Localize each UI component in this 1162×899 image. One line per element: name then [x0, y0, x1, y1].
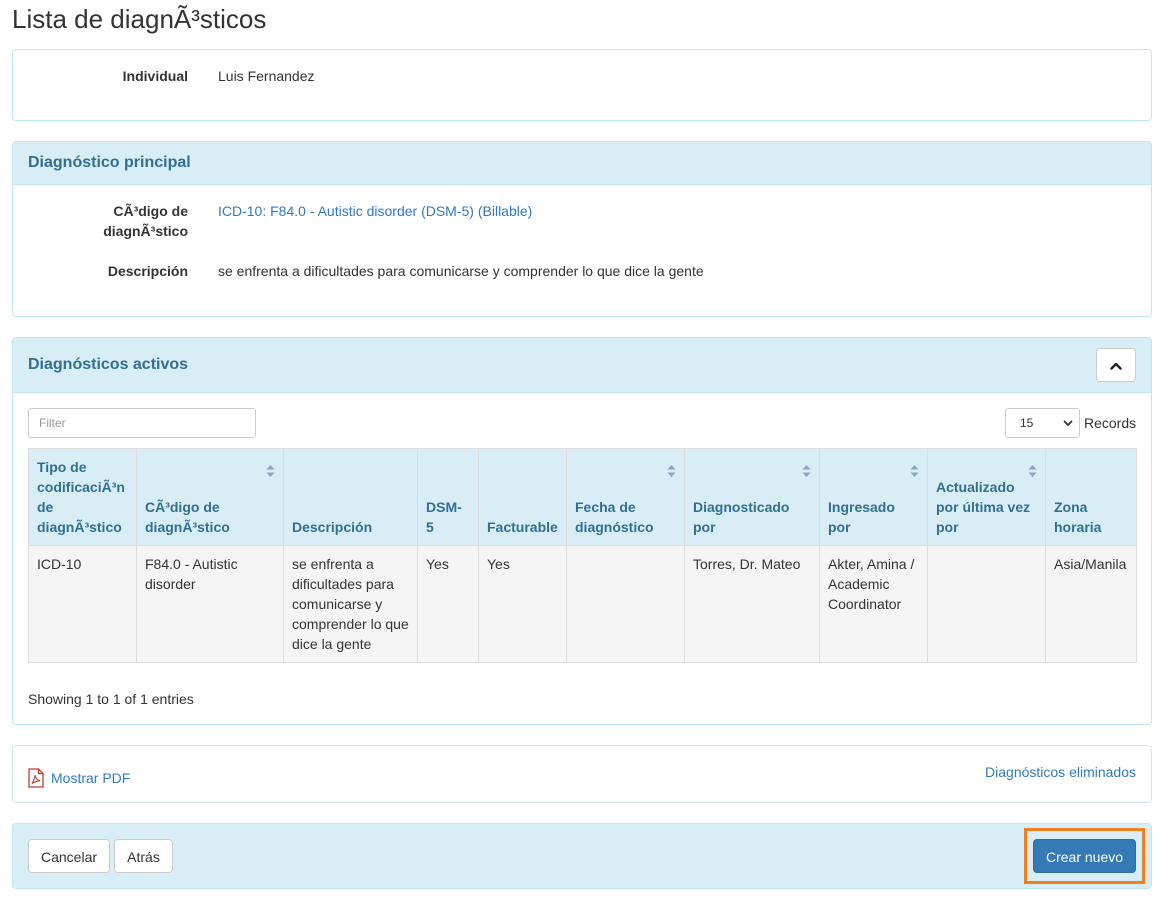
diagnosis-code-link[interactable]: ICD-10: F84.0 - Autistic disorder (DSM-5… [218, 201, 532, 221]
description-value: se enfrenta a dificultades para comunica… [218, 263, 704, 279]
show-pdf-label: Mostrar PDF [51, 770, 131, 786]
col-header-label: Ingresado por [828, 499, 895, 535]
col-header-timezone[interactable]: Zona horaria [1045, 448, 1137, 546]
create-new-button[interactable]: Crear nuevo [1033, 839, 1136, 873]
sort-icon [910, 465, 919, 477]
sort-icon [1028, 465, 1037, 477]
sort-icon [667, 465, 676, 477]
cell-entered-by: Akter, Amina / Academic Coordinator [819, 545, 928, 663]
col-header-updated-by[interactable]: Actualizado por última vez por [927, 448, 1046, 546]
cell-diagnosis-date [566, 545, 685, 663]
links-panel: Mostrar PDF Diagnósticos eliminados [12, 745, 1152, 803]
col-header-diagnosis-date[interactable]: Fecha de diagnóstico [566, 448, 685, 546]
individual-label: Individual [122, 68, 188, 84]
col-header-diagnosis-code[interactable]: CÃ³digo de diagnÃ³stico [136, 448, 284, 546]
col-header-coding-type[interactable]: Tipo de codificaciÃ³n de diagnÃ³stico [28, 448, 137, 546]
filter-input[interactable] [28, 408, 256, 438]
collapse-button[interactable] [1096, 348, 1136, 382]
principal-diagnosis-panel: Diagnóstico principal CÃ³digo de diagnÃ³… [12, 141, 1152, 317]
cell-dsm5: Yes [417, 545, 479, 663]
col-header-description[interactable]: Descripción [283, 448, 418, 546]
records-select[interactable]: 15 [1005, 408, 1080, 438]
page-title: Lista de diagnÃ³sticos [12, 4, 267, 34]
table-info: Showing 1 to 1 of 1 entries [28, 691, 194, 707]
active-diagnoses-title: Diagnósticos activos [28, 356, 189, 373]
footer-actions: Cancelar Atrás Crear nuevo [12, 823, 1152, 889]
col-header-label: CÃ³digo de diagnÃ³stico [145, 499, 230, 535]
cell-coding-type: ICD-10 [28, 545, 137, 663]
col-header-label: DSM-5 [426, 499, 462, 535]
col-header-label: Fecha de diagnóstico [575, 499, 654, 535]
col-header-label: Facturable [487, 519, 558, 535]
col-header-label: Zona horaria [1054, 499, 1102, 535]
sort-icon [802, 465, 811, 477]
show-pdf-link[interactable]: Mostrar PDF [27, 768, 130, 788]
diagnosis-code-label-line1: CÃ³digo de [113, 203, 188, 219]
col-header-entered-by[interactable]: Ingresado por [819, 448, 928, 546]
cell-timezone: Asia/Manila [1045, 545, 1137, 663]
individual-value: Luis Fernandez [218, 68, 315, 84]
records-select-value: 15 [1020, 416, 1034, 430]
deleted-diagnoses-link[interactable]: Diagnósticos eliminados [985, 764, 1136, 780]
chevron-down-icon [1063, 420, 1073, 426]
cell-description: se enfrenta a dificultades para comunica… [283, 545, 418, 663]
col-header-label: Tipo de codificaciÃ³n de diagnÃ³stico [37, 459, 125, 535]
cell-diagnosed-by: Torres, Dr. Mateo [684, 545, 820, 663]
description-label: Descripción [107, 263, 188, 279]
col-header-diagnosed-by[interactable]: Diagnosticado por [684, 448, 820, 546]
diagnosis-code-label: CÃ³digo de diagnÃ³stico [13, 201, 188, 241]
col-header-dsm5[interactable]: DSM-5 [417, 448, 479, 546]
cancel-button[interactable]: Cancelar [28, 839, 110, 873]
back-button[interactable]: Atrás [114, 839, 173, 873]
active-diagnoses-heading: Diagnósticos activos [13, 338, 1151, 393]
active-diagnoses-panel: Diagnósticos activos 15 Records Tipo de … [12, 337, 1152, 725]
table-row: ICD-10 F84.0 - Autistic disorder se enfr… [28, 545, 1137, 663]
cell-diagnosis-code: F84.0 - Autistic disorder [136, 545, 284, 663]
principal-diagnosis-heading: Diagnóstico principal [13, 142, 1151, 185]
col-header-billable[interactable]: Facturable [478, 448, 567, 546]
pdf-icon [28, 768, 44, 788]
diagnoses-table: Tipo de codificaciÃ³n de diagnÃ³stico CÃ… [28, 448, 1137, 663]
col-header-label: Descripción [292, 519, 373, 535]
cell-updated-by [927, 545, 1046, 663]
sort-icon [266, 465, 275, 477]
chevron-up-icon [1110, 362, 1122, 370]
col-header-label: Actualizado por última vez por [936, 479, 1031, 535]
diagnosis-code-label-line2: diagnÃ³stico [103, 223, 188, 239]
table-header-row: Tipo de codificaciÃ³n de diagnÃ³stico CÃ… [28, 448, 1137, 546]
records-label: Records [1084, 415, 1137, 431]
individual-panel: Individual Luis Fernandez [12, 49, 1152, 121]
col-header-label: Diagnosticado por [693, 499, 790, 535]
cell-billable: Yes [478, 545, 567, 663]
